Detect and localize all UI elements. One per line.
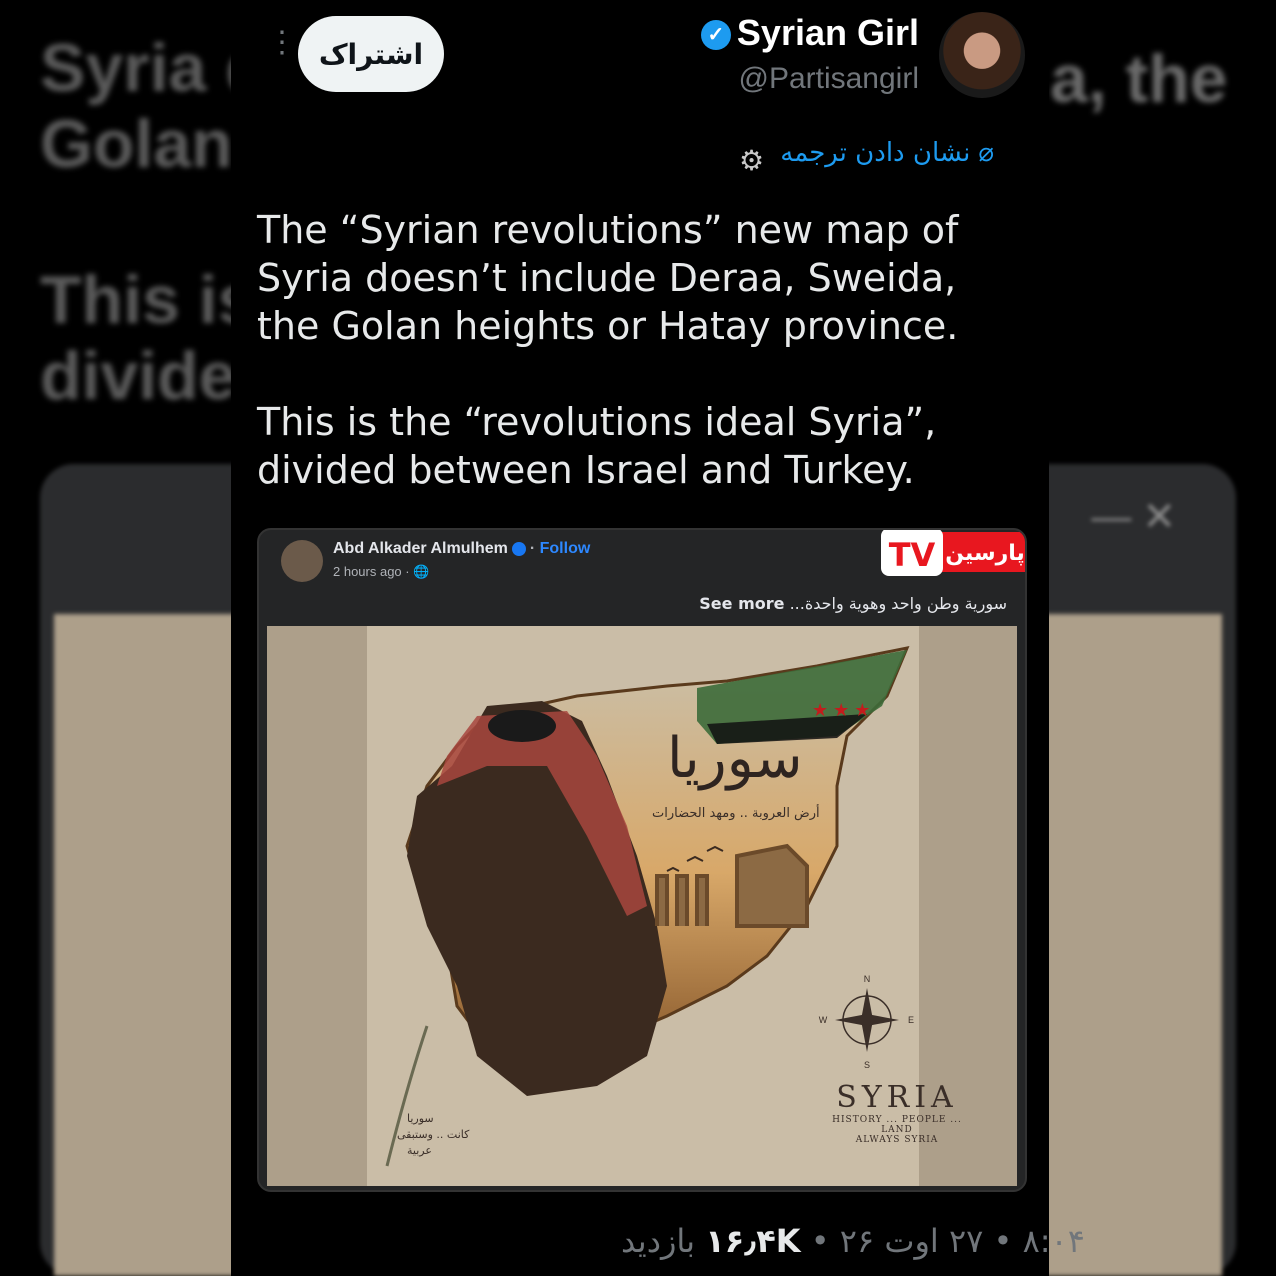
- agal-headband: [488, 710, 556, 742]
- share-button[interactable]: اشتراک: [298, 16, 444, 92]
- embedded-caption-text: سورية وطن واحد وهوية واحدة...: [789, 594, 1007, 613]
- embedded-author-name: Abd Alkader Almulhem: [333, 540, 508, 557]
- tweet-paragraph: The “Syrian revolutions” new map of Syri…: [257, 208, 959, 348]
- compass-n: N: [864, 974, 871, 984]
- poster-image: ★ ★ ★ سوريا كانت .. وستبقى عربية سوريا أ…: [267, 626, 1017, 1186]
- views-label: بازدید: [621, 1222, 696, 1260]
- display-name[interactable]: ✓ Syrian Girl: [700, 12, 919, 54]
- parsin-tv-watermark-logo: TV پارسین: [881, 530, 1025, 576]
- embedded-author-avatar: [281, 540, 323, 582]
- show-translation-link[interactable]: ⌀ نشان دادن ترجمه: [780, 138, 994, 168]
- poster-arabic-title: سوريا: [667, 726, 803, 791]
- watermark-logo-letters: TV: [889, 536, 936, 574]
- verified-badge-icon: ✓: [700, 20, 731, 51]
- backdrop-text: a, the: [1050, 41, 1228, 117]
- poster-canvas: ★ ★ ★ سوريا كانت .. وستبقى عربية سوريا أ…: [367, 626, 961, 1186]
- embedded-timestamp: 2 hours ago · 🌐: [333, 564, 430, 579]
- poster-title-block: SYRIA HISTORY ... PEOPLE ... LAND ALWAYS…: [817, 1080, 977, 1145]
- tweet-time[interactable]: ۸:۰۴: [1023, 1222, 1085, 1260]
- poster-title: SYRIA: [836, 1080, 958, 1115]
- poster-handwritten-note: عربية: [407, 1144, 432, 1157]
- more-options-icon[interactable]: ⋮: [267, 28, 297, 58]
- handle[interactable]: @Partisangirl: [738, 62, 919, 96]
- backdrop-text: Golan: [40, 106, 233, 182]
- embedded-see-more: See more: [699, 594, 785, 613]
- compass-s: S: [864, 1060, 870, 1070]
- embedded-caption: سورية وطن واحد وهوية واحدة... See more: [699, 594, 1007, 613]
- embedded-author-line: Abd Alkader Almulhem · Follow: [333, 540, 591, 557]
- tweet-card: ✓ Syrian Girl @Partisangirl اشتراک ⋮ ⚙ ⌀ …: [231, 0, 1085, 1276]
- embedded-post-image[interactable]: Abd Alkader Almulhem · Follow 2 hours ago…: [257, 528, 1027, 1192]
- tweet-text: The “Syrian revolutions” new map of Syri…: [257, 206, 1027, 542]
- backdrop-text: This is: [40, 262, 256, 338]
- display-name-text: Syrian Girl: [736, 12, 919, 53]
- poster-arabic-subtitle: أرض العروبة .. ومهد الحضارات: [652, 806, 820, 821]
- watermark-text: پارسین: [945, 541, 1025, 566]
- embedded-verified-icon: [511, 541, 526, 556]
- tweet-meta: ۸:۰۴ • ۲۷ اوت ۲۶ • ۱۶٫۴K بازدید: [621, 1222, 1085, 1260]
- tweet-date[interactable]: ۲۷ اوت ۲۶: [840, 1222, 984, 1260]
- compass-rose-icon: N S E W: [819, 974, 914, 1070]
- views-count[interactable]: ۱۶٫۴K: [705, 1222, 800, 1260]
- globe-icon: 🌐: [413, 564, 430, 579]
- poster-handwritten-note: سوريا: [407, 1112, 434, 1125]
- tweet-paragraph: This is the “revolutions ideal Syria”, d…: [257, 400, 937, 492]
- poster-tagline: HISTORY ... PEOPLE ... LAND: [832, 1115, 962, 1135]
- flag-stars-icon: ★ ★ ★: [812, 700, 870, 720]
- compass-e: E: [908, 1015, 914, 1025]
- poster-tagline: ALWAYS SYRIA: [855, 1135, 939, 1145]
- embedded-timestamp-text: 2 hours ago: [333, 564, 402, 579]
- avatar[interactable]: [939, 12, 1025, 98]
- show-translation-label: نشان دادن ترجمه: [780, 138, 971, 168]
- compass-w: W: [819, 1015, 828, 1025]
- backdrop-close-icon: — ✕: [1091, 495, 1176, 539]
- poster-handwritten-note: كانت .. وستبقى: [397, 1128, 470, 1141]
- translate-icon: ⌀: [978, 138, 994, 168]
- embedded-follow-link: Follow: [539, 540, 591, 557]
- translate-settings-gear-icon[interactable]: ⚙: [739, 144, 764, 177]
